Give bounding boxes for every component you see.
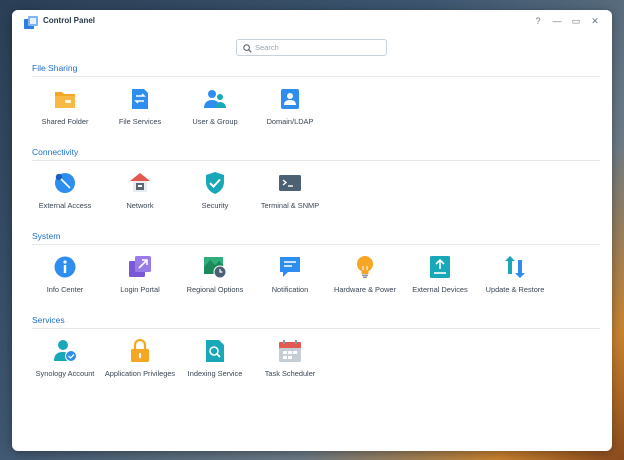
item-domain-ldap[interactable]: Domain/LDAP bbox=[246, 87, 334, 127]
info-center-icon bbox=[54, 256, 76, 278]
section-title-file-sharing: File Sharing bbox=[32, 63, 78, 73]
window-title: Control Panel bbox=[43, 16, 96, 25]
item-label: Update & Restore bbox=[485, 285, 545, 294]
section-divider bbox=[32, 76, 600, 77]
external-devices-icon bbox=[430, 256, 450, 278]
search-icon bbox=[243, 44, 252, 53]
control-panel-app-icon bbox=[24, 16, 38, 29]
title-bar[interactable]: Control Panel ? — ▭ ✕ bbox=[12, 10, 612, 34]
terminal-icon bbox=[279, 175, 301, 191]
item-update-restore[interactable]: Update & Restore bbox=[471, 255, 559, 295]
login-portal-icon bbox=[129, 256, 151, 277]
item-task-scheduler[interactable]: Task Scheduler bbox=[246, 339, 334, 379]
regional-options-icon bbox=[204, 257, 227, 279]
item-label: Task Scheduler bbox=[264, 369, 316, 378]
section-divider bbox=[32, 244, 600, 245]
file-services-icon bbox=[132, 89, 148, 109]
maximize-button[interactable]: ▭ bbox=[570, 15, 582, 27]
security-shield-icon bbox=[206, 172, 224, 194]
user-group-icon bbox=[204, 90, 226, 108]
section-title-services: Services bbox=[32, 315, 65, 325]
notification-icon bbox=[280, 257, 300, 277]
update-restore-icon bbox=[505, 256, 525, 278]
network-icon bbox=[130, 173, 150, 192]
minimize-button[interactable]: — bbox=[551, 15, 563, 27]
help-button[interactable]: ? bbox=[532, 15, 544, 27]
section-title-system: System bbox=[32, 231, 61, 241]
item-label: Terminal & SNMP bbox=[260, 201, 320, 210]
close-button[interactable]: ✕ bbox=[589, 15, 601, 27]
domain-ldap-icon bbox=[281, 89, 299, 109]
synology-account-icon bbox=[54, 340, 77, 362]
indexing-service-icon bbox=[206, 340, 224, 362]
application-privileges-lock-icon bbox=[131, 339, 149, 362]
item-terminal-snmp[interactable]: Terminal & SNMP bbox=[246, 171, 334, 211]
section-divider bbox=[32, 328, 600, 329]
hardware-power-bulb-icon bbox=[357, 256, 373, 278]
search-box[interactable] bbox=[236, 39, 387, 56]
external-access-icon bbox=[55, 173, 75, 193]
search-input[interactable] bbox=[255, 41, 381, 54]
item-label: Domain/LDAP bbox=[266, 117, 314, 126]
section-title-connectivity: Connectivity bbox=[32, 147, 79, 157]
shared-folder-icon bbox=[55, 92, 75, 108]
task-scheduler-calendar-icon bbox=[279, 340, 301, 362]
section-divider bbox=[32, 160, 600, 161]
control-panel-window: Control Panel ? — ▭ ✕ File Sharing Share… bbox=[12, 10, 612, 451]
